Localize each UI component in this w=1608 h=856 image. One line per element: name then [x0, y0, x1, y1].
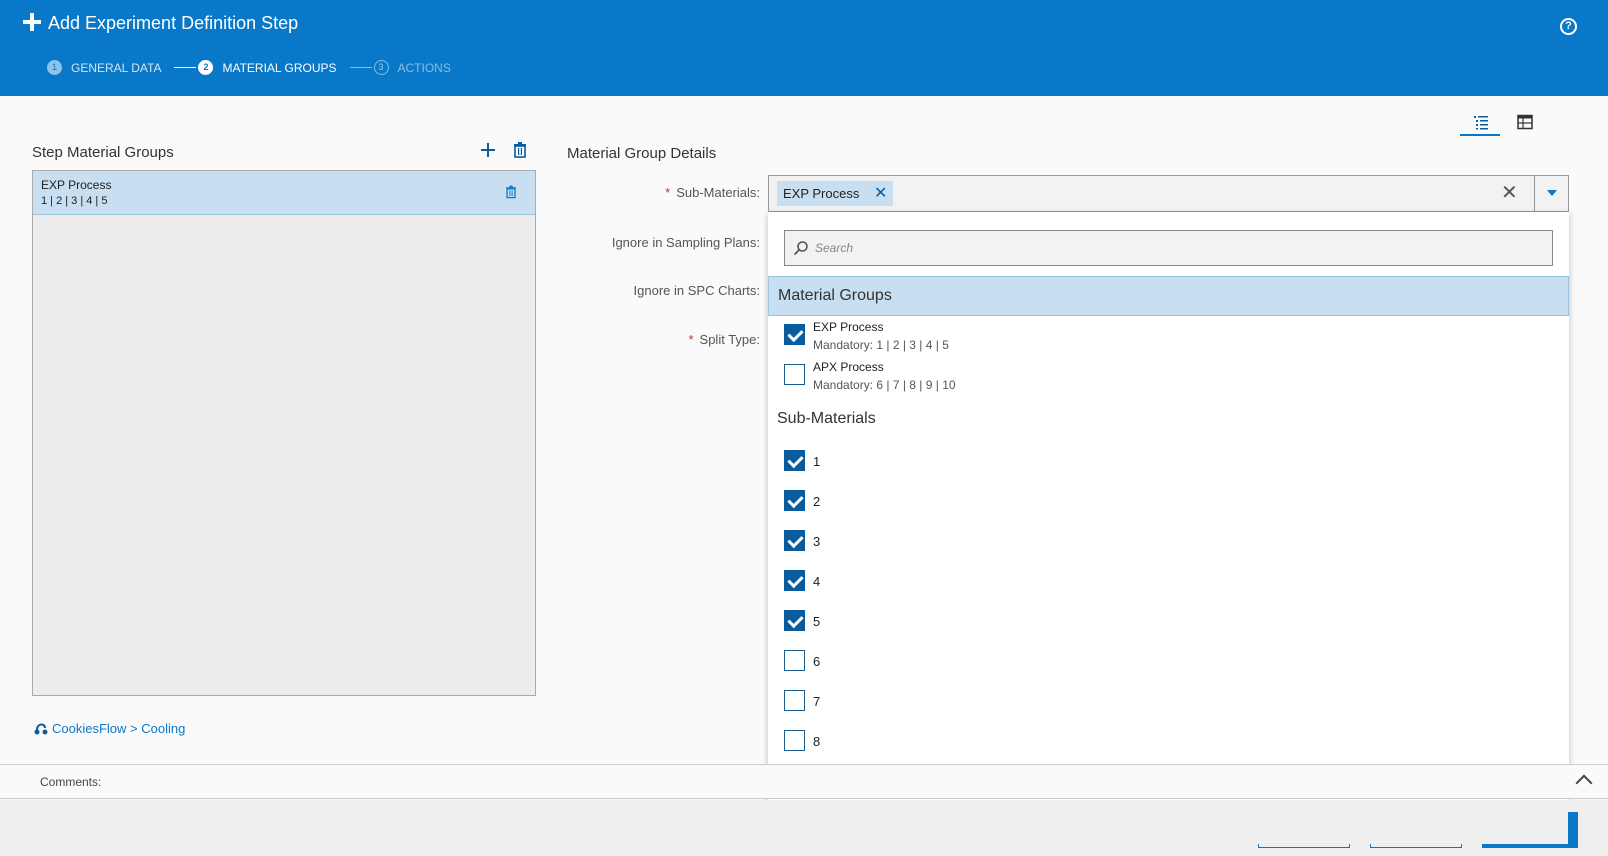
- step-connector: [349, 67, 372, 68]
- sub-materials-label: * Sub-Materials:: [665, 185, 760, 200]
- checkbox[interactable]: [784, 490, 805, 511]
- step-label: ACTIONS: [397, 60, 451, 75]
- required-mark: *: [688, 332, 694, 347]
- chevron-up-icon[interactable]: [1575, 774, 1593, 792]
- option-value: 8: [813, 734, 821, 749]
- sub-material-option[interactable]: 4: [784, 570, 1084, 594]
- option-value: 6: [813, 654, 821, 669]
- chip-label: EXP Process: [783, 186, 860, 201]
- breadcrumb-text: CookiesFlow > Cooling: [52, 720, 186, 736]
- checkbox[interactable]: [784, 570, 805, 591]
- step-material-groups-title: Step Material Groups: [32, 144, 174, 161]
- checkbox[interactable]: [784, 730, 805, 751]
- chevron-down-icon[interactable]: [1547, 190, 1557, 196]
- table-view-button[interactable]: [1504, 110, 1544, 136]
- split-type-label: * Split Type:: [688, 332, 760, 347]
- option-name: APX Process: [813, 360, 884, 374]
- plus-icon: [481, 143, 495, 157]
- checkbox[interactable]: [784, 690, 805, 711]
- clear-selection-icon[interactable]: ✕: [1501, 182, 1518, 204]
- sub-material-option[interactable]: 5: [784, 610, 1084, 634]
- trash-icon: [506, 185, 516, 199]
- flow-icon: [34, 723, 48, 735]
- footer-button[interactable]: [1482, 844, 1578, 848]
- wizard-step-actions[interactable]: 3 ACTIONS: [373, 60, 451, 75]
- selected-chip: EXP Process ✕: [777, 181, 894, 206]
- material-group-sub-materials: 1 | 2 | 3 | 4 | 5: [41, 195, 108, 207]
- label-text: Sub-Materials:: [676, 185, 760, 200]
- sub-material-option[interactable]: 7: [784, 690, 1084, 714]
- wizard-steps: 1 GENERAL DATA 2 MATERIAL GROUPS 3 ACTIO…: [47, 60, 451, 75]
- plus-icon: [22, 12, 42, 32]
- dropdown-search: [784, 230, 1553, 266]
- search-icon: [793, 241, 808, 256]
- list-view-button[interactable]: [1460, 110, 1500, 136]
- combo-divider: [1534, 176, 1535, 211]
- comments-label: Comments:: [40, 775, 102, 789]
- trash-icon[interactable]: [503, 183, 519, 206]
- label-text: Split Type:: [699, 332, 760, 347]
- wizard-step-material-groups[interactable]: 2 MATERIAL GROUPS: [198, 60, 337, 75]
- material-group-option[interactable]: EXP Process Mandatory: 1 | 2 | 3 | 4 | 5: [784, 320, 1544, 356]
- list-item[interactable]: EXP Process 1 | 2 | 3 | 4 | 5: [33, 171, 535, 215]
- option-value: 4: [813, 574, 821, 589]
- material-group-name: EXP Process: [41, 178, 112, 192]
- footer-button[interactable]: [1258, 844, 1350, 848]
- ignore-spc-label: Ignore in SPC Charts:: [633, 283, 760, 298]
- dialog-footer: [0, 800, 1608, 856]
- option-value: 5: [813, 614, 821, 629]
- dialog-title: Add Experiment Definition Step: [48, 13, 299, 33]
- step-number: 3: [373, 60, 389, 75]
- sub-material-option[interactable]: 3: [784, 530, 1084, 554]
- sub-material-option[interactable]: 2: [784, 490, 1084, 514]
- sub-materials-header: Sub-Materials: [777, 410, 876, 427]
- trash-icon: [514, 142, 526, 158]
- option-value: 2: [813, 494, 821, 509]
- chip-remove-icon[interactable]: ✕: [874, 181, 887, 206]
- sub-materials-dropdown: Material Groups EXP Process Mandatory: 1…: [768, 212, 1569, 844]
- wizard-step-general-data[interactable]: 1 GENERAL DATA: [47, 60, 161, 75]
- step-number: 1: [47, 60, 62, 75]
- delete-material-group-button[interactable]: [510, 140, 530, 160]
- step-connector: [174, 67, 197, 68]
- option-mandatory: Mandatory: 6 | 7 | 8 | 9 | 10: [813, 378, 956, 392]
- sub-material-option[interactable]: 8: [784, 730, 1084, 754]
- flow-breadcrumb[interactable]: CookiesFlow > Cooling: [33, 720, 185, 736]
- sub-material-option[interactable]: 6: [784, 650, 1084, 674]
- primary-button-edge[interactable]: [1568, 812, 1578, 848]
- checkbox[interactable]: [784, 530, 805, 551]
- list-view-icon: [1474, 116, 1488, 130]
- checkbox[interactable]: [784, 324, 805, 345]
- comments-bar[interactable]: Comments:: [0, 764, 1608, 799]
- add-material-group-button[interactable]: [478, 140, 498, 160]
- step-label: MATERIAL GROUPS: [222, 60, 337, 75]
- dialog-header: Add Experiment Definition Step ? 1 GENER…: [0, 0, 1608, 96]
- option-name: EXP Process: [813, 320, 884, 334]
- footer-button[interactable]: [1370, 844, 1462, 848]
- option-value: 3: [813, 534, 821, 549]
- option-value: 1: [813, 454, 821, 469]
- checkbox[interactable]: [784, 364, 805, 385]
- table-view-icon: [1517, 114, 1533, 130]
- material-groups-header: Material Groups: [768, 276, 1569, 316]
- sub-materials-combobox[interactable]: EXP Process ✕ ✕: [768, 175, 1569, 212]
- sub-material-option[interactable]: 1: [784, 450, 1084, 474]
- help-icon[interactable]: ?: [1560, 18, 1577, 35]
- required-mark: *: [665, 185, 671, 200]
- checkbox[interactable]: [784, 650, 805, 671]
- step-label: GENERAL DATA: [71, 60, 162, 75]
- material-group-option[interactable]: APX Process Mandatory: 6 | 7 | 8 | 9 | 1…: [784, 360, 1544, 396]
- search-input[interactable]: [815, 231, 1545, 265]
- ignore-sampling-label: Ignore in Sampling Plans:: [611, 235, 760, 250]
- material-group-details-title: Material Group Details: [567, 145, 717, 162]
- checkbox[interactable]: [784, 610, 805, 631]
- option-value: 7: [813, 694, 821, 709]
- step-material-groups-list: EXP Process 1 | 2 | 3 | 4 | 5: [32, 170, 536, 696]
- step-number: 2: [198, 60, 214, 75]
- option-mandatory: Mandatory: 1 | 2 | 3 | 4 | 5: [813, 338, 949, 352]
- checkbox[interactable]: [784, 450, 805, 471]
